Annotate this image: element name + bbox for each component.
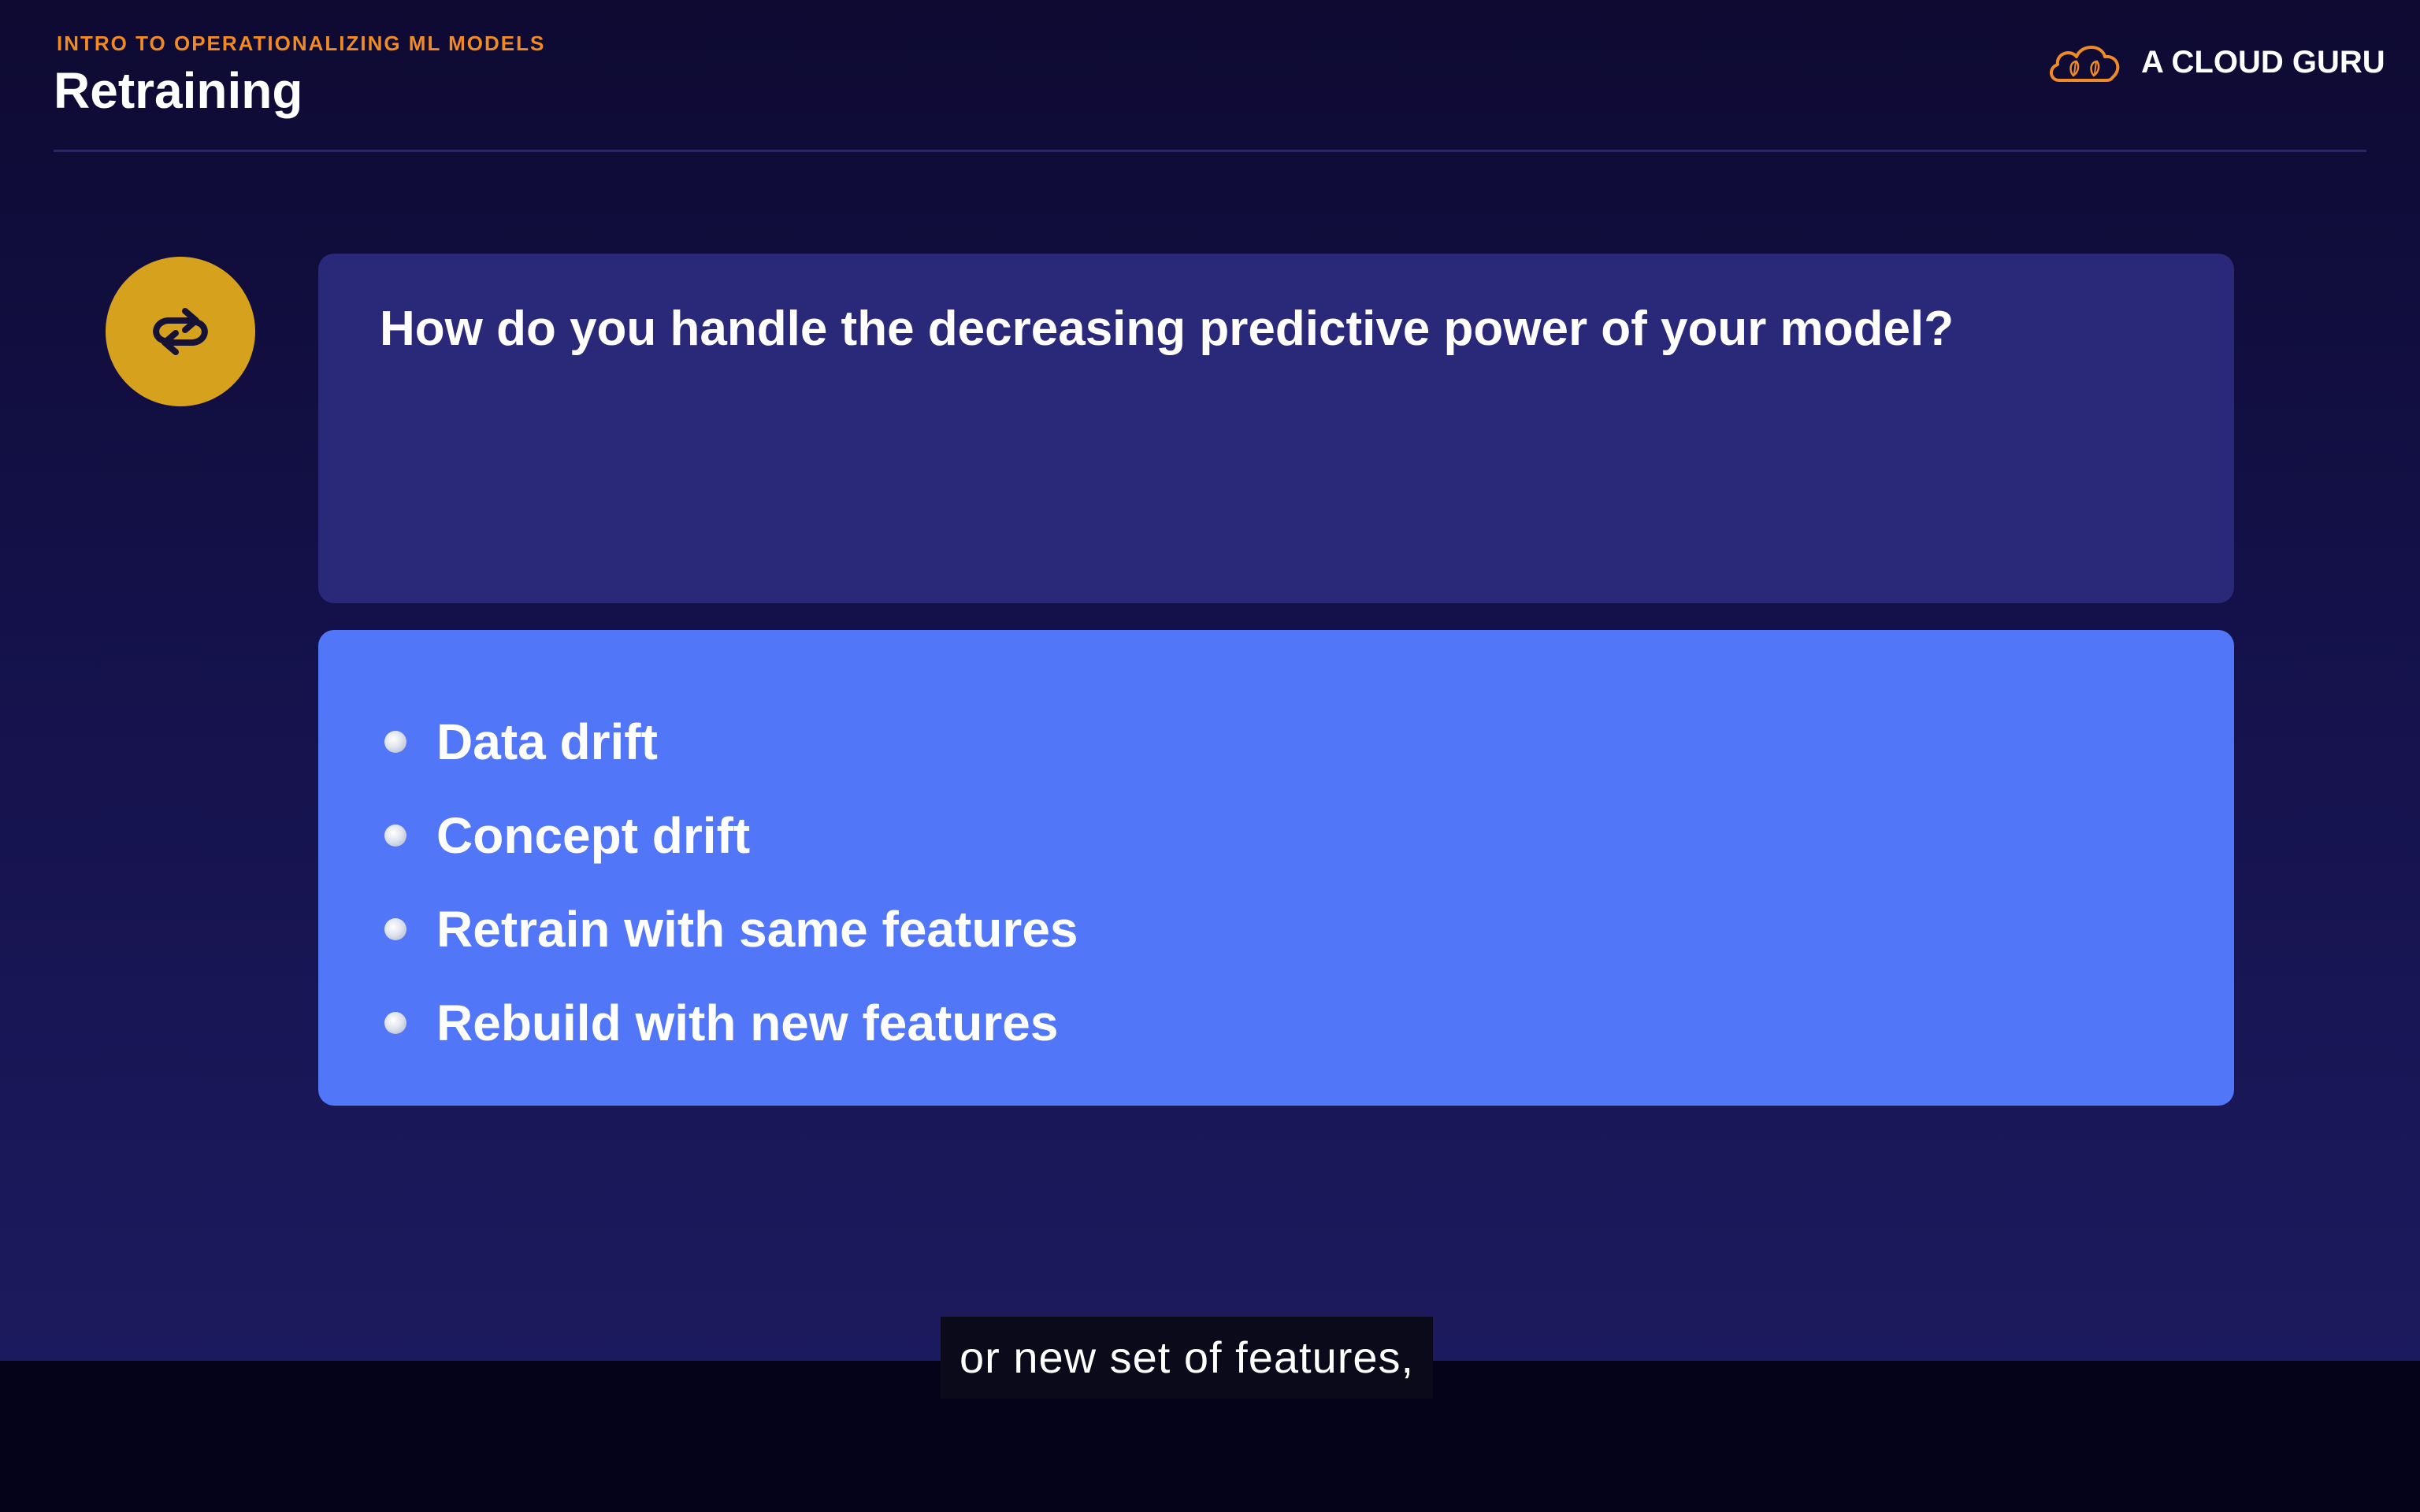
- answer-list: Data drift Concept drift Retrain with sa…: [384, 695, 1078, 1069]
- list-item: Rebuild with new features: [384, 976, 1078, 1069]
- answer-card: Data drift Concept drift Retrain with sa…: [318, 630, 2234, 1106]
- list-item-text: Data drift: [436, 713, 658, 770]
- list-item: Retrain with same features: [384, 882, 1078, 976]
- slide-title: Retraining: [54, 62, 303, 119]
- list-item-text: Retrain with same features: [436, 900, 1078, 958]
- list-item-text: Concept drift: [436, 806, 751, 864]
- logo-text: A CLOUD GURU: [2141, 44, 2385, 80]
- slide: INTRO TO OPERATIONALIZING ML MODELS Retr…: [0, 0, 2420, 1361]
- list-item: Concept drift: [384, 788, 1078, 882]
- bullet-icon: [384, 730, 406, 753]
- question-text: How do you handle the decreasing predict…: [380, 302, 1954, 356]
- retrain-badge: [106, 257, 255, 406]
- question-card: How do you handle the decreasing predict…: [318, 254, 2234, 603]
- bullet-icon: [384, 1011, 406, 1034]
- header-divider: [54, 150, 2366, 152]
- course-label: INTRO TO OPERATIONALIZING ML MODELS: [57, 32, 546, 55]
- brand-logo: A CLOUD GURU: [2045, 35, 2385, 90]
- retrain-cycle-icon: [153, 308, 208, 355]
- list-item: Data drift: [384, 695, 1078, 788]
- subtitle-caption: or new set of features,: [941, 1317, 1434, 1399]
- bullet-icon: [384, 824, 406, 847]
- bullet-icon: [384, 917, 406, 940]
- cloud-guru-logo-icon: [2050, 46, 2120, 82]
- list-item-text: Rebuild with new features: [436, 994, 1059, 1051]
